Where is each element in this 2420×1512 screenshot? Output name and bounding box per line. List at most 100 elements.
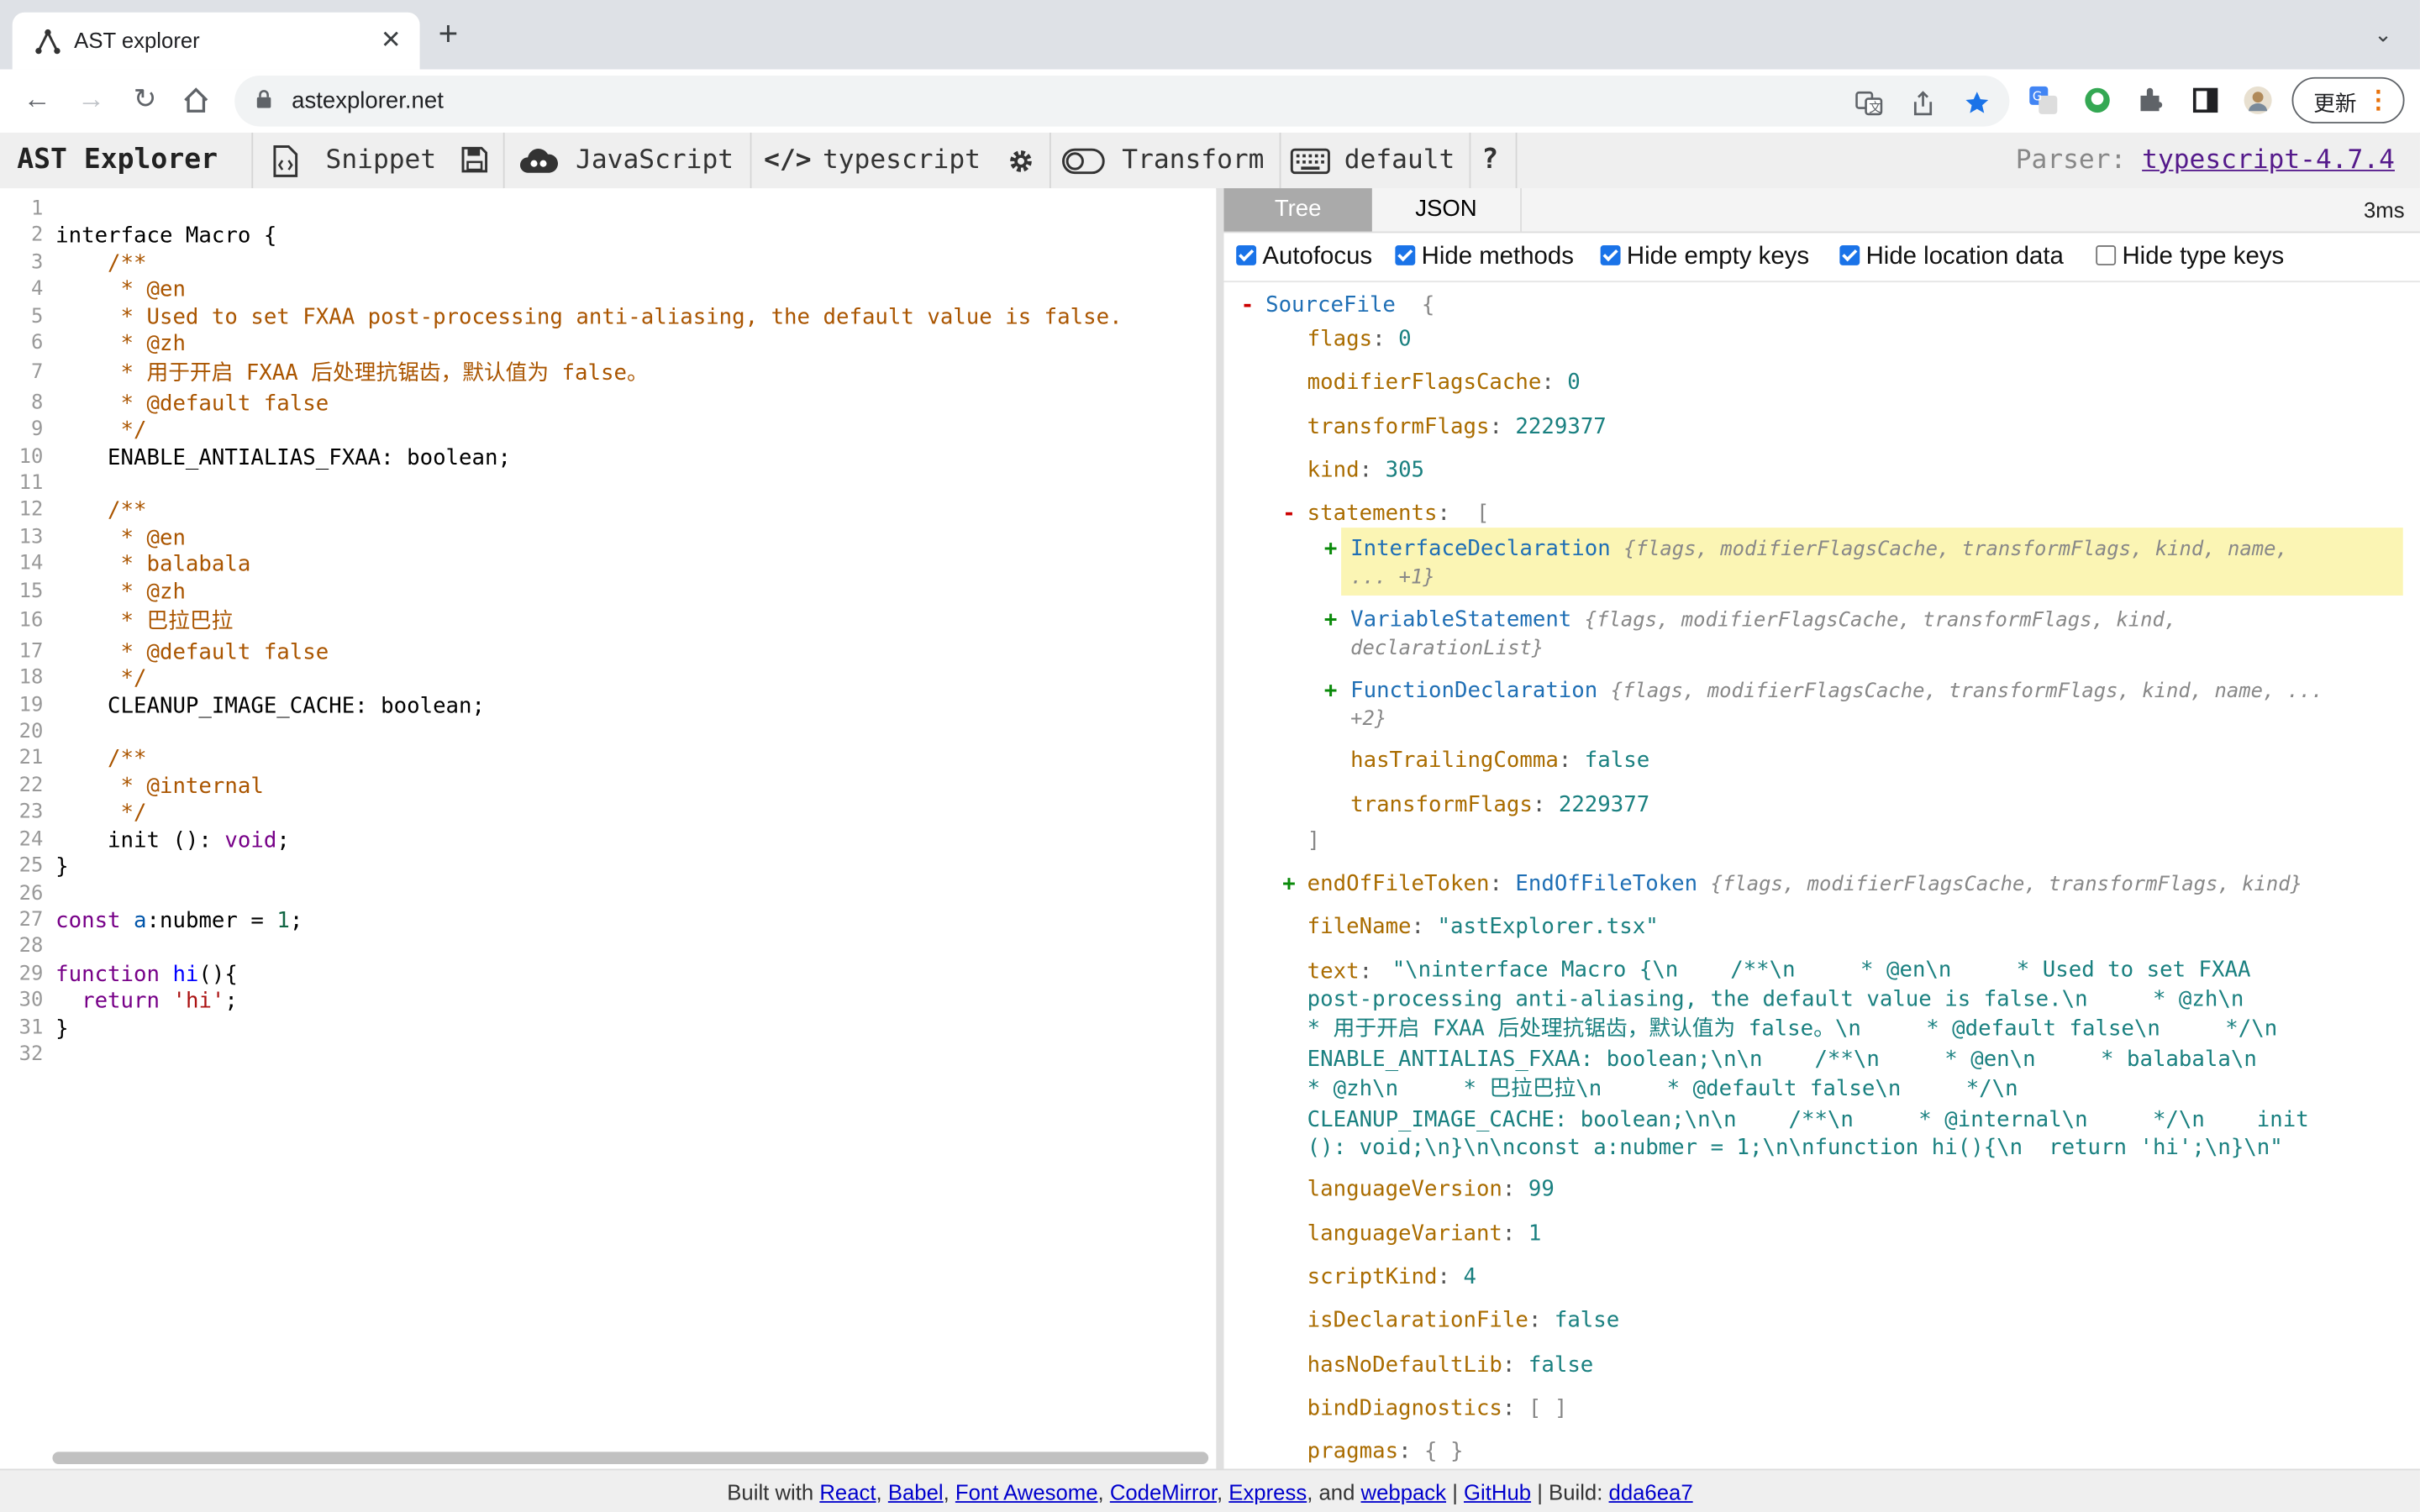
extensions-puzzle-icon[interactable] bbox=[2136, 85, 2167, 116]
prop-value: 0 bbox=[1398, 327, 1412, 352]
expand-toggle-icon[interactable]: + bbox=[1324, 537, 1337, 561]
parse-timing: 3ms bbox=[2363, 197, 2405, 223]
output-tabs: Tree JSON 3ms bbox=[1223, 188, 2420, 234]
prop-value: 99 bbox=[1528, 1177, 1555, 1202]
font-awesome-link[interactable]: Font Awesome bbox=[955, 1479, 1098, 1504]
app-brand[interactable]: AST Explorer bbox=[17, 133, 218, 188]
parser-selector[interactable]: typescript bbox=[823, 133, 981, 188]
pane-splitter[interactable] bbox=[1216, 188, 1224, 1469]
prop-key: modifierFlagsCache bbox=[1307, 370, 1542, 396]
parser-version-link[interactable]: typescript-4.7.4 bbox=[2142, 145, 2395, 176]
babel-link[interactable]: Babel bbox=[888, 1479, 944, 1504]
prop-colon: : bbox=[1558, 748, 1585, 774]
code-token: void bbox=[224, 828, 277, 853]
prop-colon: : bbox=[1359, 959, 1373, 984]
option-label: Hide location data bbox=[1865, 244, 2064, 270]
github-extension-icon[interactable] bbox=[2082, 85, 2113, 116]
side-panel-icon[interactable] bbox=[2190, 85, 2221, 116]
tab-json[interactable]: JSON bbox=[1372, 188, 1522, 232]
tree-node-functiondeclaration[interactable]: FunctionDeclaration {flags, modifierFlag… bbox=[1350, 677, 2323, 706]
prop-key: transformFlags bbox=[1307, 415, 1490, 440]
profile-avatar-icon[interactable] bbox=[2243, 85, 2274, 116]
toolbar-divider bbox=[750, 132, 752, 189]
line-number: 17 bbox=[18, 640, 44, 664]
line-number: 2 bbox=[31, 223, 44, 247]
tree-node-sourcefile[interactable]: SourceFile { bbox=[1265, 291, 1434, 319]
react-link[interactable]: React bbox=[819, 1479, 876, 1504]
expand-toggle-icon[interactable]: + bbox=[1324, 608, 1337, 633]
language-cloud-icon bbox=[519, 149, 559, 173]
tree-prop-statements[interactable]: statements: [ bbox=[1307, 500, 1490, 528]
text-value-line: ENABLE_ANTIALIAS_FXAA: boolean;\n\n /**\… bbox=[1307, 1047, 2257, 1073]
prop-key: endOfFileToken bbox=[1307, 871, 1490, 897]
tab-tree[interactable]: Tree bbox=[1223, 188, 1372, 232]
code-line: * @internal bbox=[55, 774, 264, 800]
tree-prop-kind: kind: 305 bbox=[1307, 457, 1424, 485]
line-number: 4 bbox=[31, 277, 44, 302]
code-line: } bbox=[55, 854, 69, 879]
expand-toggle-icon[interactable]: + bbox=[1324, 679, 1337, 703]
browser-tab[interactable]: AST explorer ✕ bbox=[12, 12, 420, 70]
snippet-menu[interactable]: Snippet bbox=[326, 133, 437, 188]
tree-prop-scriptkind: scriptKind: 4 bbox=[1307, 1263, 1476, 1291]
hide-methods-checkbox[interactable]: Hide methods bbox=[1395, 241, 1574, 275]
tab-search-chevron-icon[interactable]: ⌄ bbox=[2374, 22, 2392, 48]
codemirror-link[interactable]: CodeMirror bbox=[1110, 1479, 1217, 1504]
code-token: ; bbox=[289, 908, 303, 934]
line-number: 18 bbox=[18, 666, 44, 690]
chrome-update-button[interactable]: 更新 ⋮ bbox=[2291, 76, 2405, 123]
language-selector[interactable]: JavaScript bbox=[576, 133, 734, 188]
prop-colon: : bbox=[1502, 1221, 1528, 1247]
help-button[interactable]: ? bbox=[1481, 133, 1498, 188]
express-link[interactable]: Express bbox=[1228, 1479, 1307, 1504]
text-value-line: CLEANUP_IMAGE_CACHE: boolean;\n\n /**\n … bbox=[1307, 1107, 2309, 1133]
forward-arrow-icon[interactable]: → bbox=[74, 83, 108, 116]
parser-label: Parser: bbox=[2015, 144, 2127, 176]
text-value-line: (): void;\n}\n\nconst a:nubmer = 1;\n\nf… bbox=[1307, 1135, 2283, 1161]
keymap-selector[interactable]: default bbox=[1344, 133, 1455, 188]
prop-colon: : bbox=[1532, 793, 1559, 818]
tree-prop-endoffiletoken[interactable]: endOfFileToken: EndOfFileToken {flags, m… bbox=[1307, 870, 2302, 900]
bookmark-star-icon[interactable] bbox=[1963, 90, 1991, 118]
transform-menu[interactable]: Transform bbox=[1122, 133, 1264, 188]
code-line: */ bbox=[55, 666, 147, 691]
translate-icon[interactable]: 文 bbox=[1855, 90, 1883, 118]
code-editor[interactable]: 1 2 3 4 5 6 7 8 9 10 11 12 13 14 15 16 17 18 19 20 21 22 23 24 2… bbox=[0, 188, 1217, 1469]
editor-horizontal-scrollbar[interactable] bbox=[52, 1452, 1209, 1465]
hide-empty-keys-checkbox[interactable]: Hide empty keys bbox=[1600, 241, 1809, 275]
text-value-line: * 用于开启 FXAA 后处理抗锯齿，默认值为 false。\n * @defa… bbox=[1307, 1016, 2278, 1042]
github-link[interactable]: GitHub bbox=[1464, 1479, 1531, 1504]
prop-key: pragmas bbox=[1307, 1439, 1399, 1465]
parser-settings-gear-icon[interactable] bbox=[1007, 148, 1034, 174]
hide-type-keys-checkbox[interactable]: Hide type keys bbox=[2096, 241, 2284, 275]
line-number: 14 bbox=[18, 552, 44, 576]
toolbar-divider bbox=[502, 132, 505, 189]
prop-colon: : bbox=[1359, 458, 1386, 483]
code-line: * Used to set FXAA post-processing anti-… bbox=[55, 305, 1123, 331]
build-hash-link[interactable]: dda6ea7 bbox=[1609, 1479, 1693, 1504]
code-line: * balabala bbox=[55, 552, 251, 577]
tab-close-icon[interactable]: ✕ bbox=[381, 24, 402, 55]
share-icon[interactable] bbox=[1909, 90, 1937, 118]
address-bar[interactable]: astexplorer.net 文 bbox=[234, 75, 2010, 127]
tree-prop-flags: flags: 0 bbox=[1307, 326, 1412, 354]
transform-toggle-icon[interactable] bbox=[1062, 148, 1105, 175]
close-bracket: ] bbox=[1307, 828, 1321, 853]
new-tab-icon[interactable]: + bbox=[439, 16, 459, 50]
line-number: 24 bbox=[18, 828, 44, 852]
google-translate-extension-icon[interactable]: G bbox=[2028, 85, 2059, 116]
tree-node-interfacedeclaration[interactable]: InterfaceDeclaration {flags, modifierFla… bbox=[1350, 535, 2288, 564]
reload-icon[interactable]: ↻ bbox=[128, 83, 161, 116]
webpack-link[interactable]: webpack bbox=[1361, 1479, 1447, 1504]
back-arrow-icon[interactable]: ← bbox=[20, 83, 54, 116]
collapse-toggle-icon[interactable]: - bbox=[1241, 293, 1254, 318]
home-icon[interactable] bbox=[182, 87, 210, 114]
autofocus-checkbox[interactable]: Autofocus bbox=[1236, 241, 1372, 275]
footer-and: , and bbox=[1307, 1479, 1355, 1504]
expand-toggle-icon[interactable]: + bbox=[1282, 872, 1295, 896]
hide-location-data-checkbox[interactable]: Hide location data bbox=[1839, 241, 2064, 275]
collapse-toggle-icon[interactable]: - bbox=[1282, 501, 1295, 526]
save-icon[interactable] bbox=[461, 146, 488, 173]
tree-node-variablestatement[interactable]: VariableStatement {flags, modifierFlagsC… bbox=[1350, 606, 2176, 636]
prop-key: languageVariant bbox=[1307, 1221, 1502, 1247]
